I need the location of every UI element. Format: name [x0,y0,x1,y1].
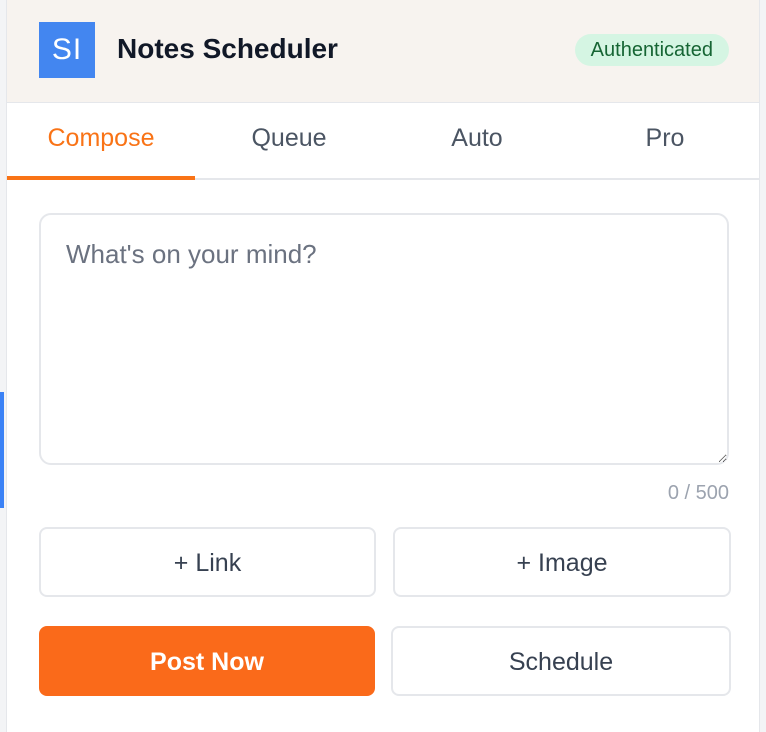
status-badge: Authenticated [574,34,729,66]
extension-popup: SI Notes Scheduler Authenticated Compose… [6,0,760,732]
background-window-edge [0,392,4,508]
post-now-button[interactable]: Post Now [39,626,375,696]
add-link-button[interactable]: + Link [39,527,376,597]
tab-queue[interactable]: Queue [195,103,383,178]
add-image-button[interactable]: + Image [393,527,731,597]
app-title: Notes Scheduler [117,33,338,64]
schedule-button[interactable]: Schedule [391,626,731,696]
tab-pro[interactable]: Pro [571,103,759,178]
app-logo: SI [39,22,95,78]
tab-auto[interactable]: Auto [383,103,571,178]
char-counter: 0 / 500 [667,482,729,504]
note-textarea[interactable] [39,213,729,465]
tab-compose[interactable]: Compose [7,103,195,180]
tab-bar: Compose Queue Auto Pro [7,103,759,180]
header: SI Notes Scheduler Authenticated [7,0,759,103]
